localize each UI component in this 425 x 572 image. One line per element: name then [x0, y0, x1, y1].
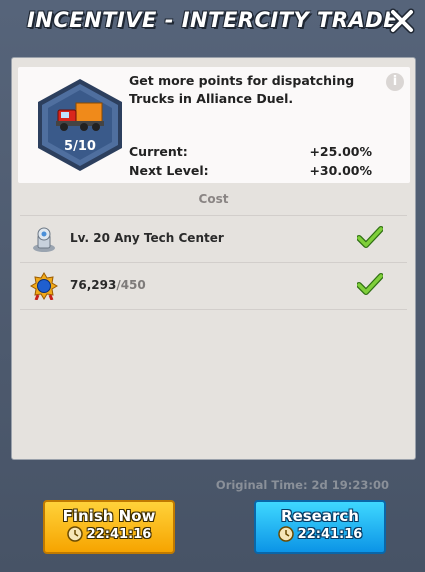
next-level-label: Next Level: — [129, 163, 209, 178]
close-icon[interactable] — [389, 8, 415, 34]
tech-badge: 5/10 — [32, 77, 128, 173]
valor-have: 76,293 — [70, 278, 117, 292]
clock-icon — [277, 526, 294, 542]
finish-now-label: Finish Now — [62, 507, 156, 525]
finish-now-button[interactable]: Finish Now 22:41:16 — [43, 500, 175, 554]
current-label: Current: — [129, 144, 188, 159]
tech-description: Get more points for dispatching Trucks i… — [129, 73, 355, 106]
tech-center-icon — [33, 227, 55, 252]
hexagon-badge-icon — [38, 79, 122, 171]
finish-now-timer: 22:41:16 — [66, 526, 152, 542]
valor-requirement: 76,293/450 — [70, 278, 146, 292]
tech-level: 5/10 — [64, 139, 96, 154]
info-icon[interactable]: i — [386, 73, 404, 91]
valor-need: /450 — [116, 278, 146, 292]
dialog-title: INCENTIVE - INTERCITY TRADE — [26, 8, 399, 32]
valor-badge-icon — [30, 272, 58, 300]
research-button[interactable]: Research 22:41:16 — [254, 500, 386, 554]
cost-header: Cost — [198, 192, 229, 206]
clock-icon — [66, 526, 83, 542]
finish-now-time: 22:41:16 — [86, 526, 152, 542]
research-label: Research — [281, 507, 359, 525]
research-time: 22:41:16 — [297, 526, 363, 542]
tech-info-card: 5/10 Get more points for dispatching Tru… — [18, 67, 410, 183]
cost-row-valor: 76,293/450 — [20, 262, 407, 310]
current-value: +25.00% — [309, 144, 372, 159]
checkmark-icon — [357, 226, 383, 248]
next-level-stat-row: Next Level: +30.00% — [129, 163, 372, 178]
current-stat-row: Current: +25.00% — [129, 144, 372, 159]
original-time: Original Time: 2d 19:23:00 — [215, 478, 389, 492]
research-timer: 22:41:16 — [277, 526, 363, 542]
tech-center-requirement: Lv. 20 Any Tech Center — [70, 231, 224, 245]
checkmark-icon — [357, 273, 383, 295]
next-level-value: +30.00% — [309, 163, 372, 178]
cost-row-tech-center: Lv. 20 Any Tech Center — [20, 215, 407, 262]
tech-panel: 5/10 Get more points for dispatching Tru… — [11, 57, 416, 460]
